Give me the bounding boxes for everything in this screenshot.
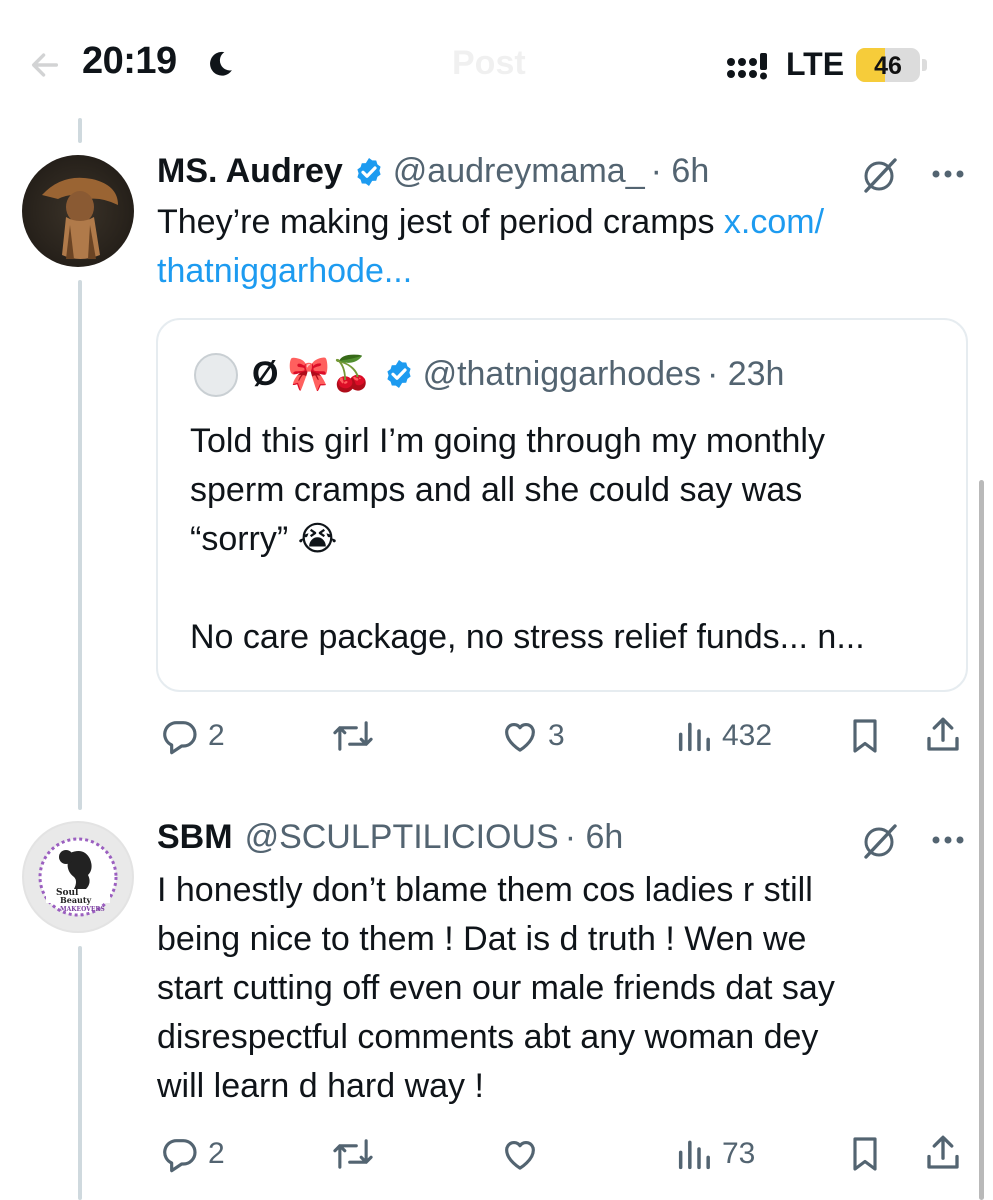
- post-header: MS. Audrey @audreymama_ · 6h: [157, 152, 709, 191]
- repost-icon: [333, 721, 373, 751]
- post-time[interactable]: · 6h: [565, 818, 624, 857]
- post-time[interactable]: · 6h: [651, 152, 710, 191]
- share-icon[interactable]: [922, 1132, 964, 1174]
- author-name[interactable]: MS. Audrey: [157, 152, 343, 191]
- quoted-author-handle: @thatniggarhodes: [422, 354, 701, 393]
- post-link[interactable]: x.com/: [724, 203, 824, 241]
- heart-icon: [505, 722, 535, 752]
- more-options-icon[interactable]: [930, 834, 966, 846]
- reply-icon: [163, 1139, 197, 1173]
- avatar-sbm[interactable]: Soul Beauty MAKEOVERS: [22, 821, 134, 933]
- avatar-text: Beauty: [60, 895, 92, 905]
- quoted-text-line: No care package, no stress relief funds.…: [190, 618, 865, 656]
- quoted-text: Told this girl I’m going through my mont…: [190, 417, 865, 662]
- views-button[interactable]: 73: [674, 1134, 755, 1174]
- thread-line-middle: [78, 280, 82, 810]
- thread-line-bottom: [78, 946, 82, 1200]
- reply-button[interactable]: 2: [160, 716, 225, 756]
- back-arrow-icon[interactable]: [28, 48, 62, 82]
- quoted-author-name: Ø 🎀🍒: [252, 355, 373, 393]
- moon-icon: [210, 51, 232, 76]
- post-text-line: disrespectful comments abt any woman dey: [157, 1018, 819, 1056]
- author-name[interactable]: SBM: [157, 818, 233, 857]
- like-count: 3: [548, 719, 565, 752]
- battery-percent: 46: [874, 52, 902, 80]
- avatar-photo: [42, 177, 118, 259]
- reply-icon: [163, 721, 197, 755]
- author-handle[interactable]: @audreymama_: [393, 152, 645, 191]
- post-header: SBM @SCULPTILICIOUS · 6h: [157, 818, 623, 857]
- repost-button[interactable]: [330, 1134, 384, 1174]
- views-icon: [678, 722, 710, 752]
- reply-count: 2: [208, 1137, 225, 1170]
- post-text-line: being nice to them ! Dat is d truth ! We…: [157, 920, 807, 958]
- more-options-icon[interactable]: [930, 168, 966, 180]
- thread-line-top: [78, 118, 82, 143]
- quoted-post-time: · 23h: [706, 354, 785, 393]
- views-button[interactable]: 432: [674, 716, 772, 756]
- like-button[interactable]: [500, 1134, 548, 1174]
- views-icon: [678, 1140, 710, 1170]
- grok-icon[interactable]: [860, 155, 900, 195]
- bookmark-icon[interactable]: [845, 716, 885, 756]
- reply-count: 2: [208, 719, 225, 752]
- quoted-text-line: Told this girl I’m going through my mont…: [190, 422, 825, 460]
- post-text-line: will learn d hard way !: [157, 1067, 484, 1105]
- repost-icon: [333, 1139, 373, 1169]
- verified-badge-icon: [386, 360, 411, 388]
- heart-icon: [505, 1140, 535, 1170]
- bookmark-icon[interactable]: [845, 1134, 885, 1174]
- post-text: They’re making jest of period cramps x.c…: [157, 198, 824, 296]
- network-type: LTE: [786, 46, 845, 82]
- repost-button[interactable]: [330, 716, 384, 756]
- view-count: 73: [722, 1137, 756, 1170]
- quoted-text-line: sperm cramps and all she could say was: [190, 471, 803, 509]
- avatar-ms-audrey[interactable]: [22, 155, 134, 267]
- post-text: I honestly don’t blame them cos ladies r…: [157, 866, 835, 1111]
- quoted-avatar: [194, 353, 238, 397]
- battery-icon: 46: [856, 48, 920, 82]
- quoted-text-line: “sorry” 😭: [190, 520, 338, 558]
- verified-badge-icon: [357, 157, 381, 186]
- battery-tip: [922, 59, 927, 71]
- reply-button[interactable]: 2: [160, 1134, 225, 1174]
- scrollbar[interactable]: [979, 480, 984, 1200]
- status-time: 20:19: [82, 40, 177, 82]
- post-text-line: start cutting off even our male friends …: [157, 969, 835, 1007]
- signal-icon: [727, 53, 767, 80]
- grok-icon[interactable]: [860, 821, 900, 861]
- view-count: 432: [722, 719, 773, 752]
- header-title: Post: [452, 44, 526, 82]
- like-button[interactable]: 3: [500, 716, 565, 756]
- post-text-line: They’re making jest of period cramps: [157, 203, 724, 241]
- post-text-line: I honestly don’t blame them cos ladies r…: [157, 871, 813, 909]
- avatar-logo: Soul Beauty MAKEOVERS: [38, 837, 118, 917]
- post-link-continued[interactable]: thatniggarhode...: [157, 252, 412, 290]
- avatar-text: MAKEOVERS: [60, 906, 105, 913]
- author-handle[interactable]: @SCULPTILICIOUS: [245, 818, 559, 857]
- quoted-header: Ø 🎀🍒 @thatniggarhodes · 23h: [252, 354, 784, 394]
- share-icon[interactable]: [922, 714, 964, 756]
